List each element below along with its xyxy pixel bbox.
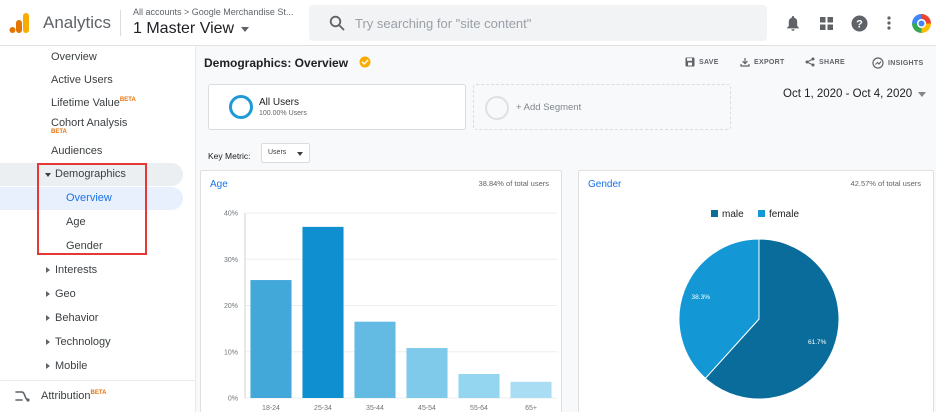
account-breadcrumb[interactable]: All accounts > Google Merchandise St... bbox=[133, 7, 293, 17]
more-vert-icon[interactable] bbox=[879, 13, 899, 33]
sidebar-item-mobile[interactable]: Mobile bbox=[55, 360, 87, 372]
legend-swatch bbox=[758, 210, 765, 217]
share-icon bbox=[805, 57, 815, 67]
segment-percentage: 100.00% Users bbox=[259, 110, 307, 117]
add-segment-ring-icon bbox=[485, 96, 509, 120]
add-segment-label: + Add Segment bbox=[516, 102, 582, 113]
age-bar[interactable] bbox=[406, 348, 448, 398]
header-divider bbox=[120, 10, 121, 36]
expand-right-icon[interactable] bbox=[46, 363, 50, 369]
save-button[interactable]: SAVE bbox=[685, 57, 719, 67]
sidebar-divider bbox=[0, 380, 196, 381]
page-title: Demographics: Overview bbox=[204, 56, 349, 70]
legend-swatch bbox=[711, 210, 718, 217]
key-metric-label: Key Metric: bbox=[208, 151, 251, 161]
analytics-logo-icon[interactable] bbox=[9, 12, 31, 34]
legend-label[interactable]: female bbox=[769, 209, 799, 220]
age-bar[interactable] bbox=[510, 381, 552, 398]
sidebar-item-geo[interactable]: Geo bbox=[55, 288, 76, 300]
y-tick-label: 10% bbox=[224, 349, 238, 356]
apps-grid-icon[interactable] bbox=[816, 13, 836, 33]
sidebar-item-label: Attribution bbox=[41, 390, 91, 402]
beta-badge: BETA bbox=[90, 390, 107, 396]
gender-card: Gender 42.57% of total users male female 6… bbox=[578, 170, 934, 412]
share-button[interactable]: SHARE bbox=[805, 57, 845, 67]
date-range-dropdown-icon bbox=[918, 91, 927, 97]
add-segment-button[interactable]: + Add Segment bbox=[473, 84, 731, 130]
sidebar-item-behavior[interactable]: Behavior bbox=[55, 312, 98, 324]
segment-name: All Users bbox=[259, 97, 300, 108]
beta-badge: BETA bbox=[119, 97, 136, 103]
sidebar-item-cohort-analysis[interactable]: Cohort Analysis bbox=[51, 117, 127, 129]
sidebar-item-lifetime-value[interactable]: Lifetime ValueBETA bbox=[51, 97, 136, 109]
main-content: Demographics: Overview SAVE EXPORT SHARE… bbox=[196, 46, 936, 412]
export-icon bbox=[740, 58, 750, 67]
key-metric-dropdown-icon bbox=[297, 152, 303, 156]
view-selector[interactable]: 1 Master View bbox=[133, 20, 234, 38]
key-metric-select[interactable]: Users bbox=[261, 143, 310, 163]
sidebar-item-audiences[interactable]: Audiences bbox=[51, 145, 102, 157]
age-bar[interactable] bbox=[302, 226, 344, 398]
notifications-icon[interactable] bbox=[783, 13, 803, 33]
account-avatar-icon[interactable] bbox=[910, 12, 932, 34]
x-tick-label: 35-44 bbox=[366, 405, 384, 412]
y-tick-label: 20% bbox=[224, 303, 238, 310]
svg-text:?: ? bbox=[856, 18, 863, 30]
export-label: EXPORT bbox=[754, 58, 785, 66]
gender-pie-chart: male female 61.7% 38.3% bbox=[678, 209, 840, 400]
x-tick-label: 65+ bbox=[525, 405, 537, 412]
sidebar-item-active-users[interactable]: Active Users bbox=[51, 74, 113, 86]
sidebar-item-interests[interactable]: Interests bbox=[55, 264, 97, 276]
x-tick-label: 25-34 bbox=[314, 405, 332, 412]
view-dropdown-icon[interactable] bbox=[241, 27, 249, 32]
export-button[interactable]: EXPORT bbox=[740, 57, 785, 67]
search-input[interactable] bbox=[355, 5, 755, 41]
x-tick-label: 55-64 bbox=[470, 405, 488, 412]
y-tick-label: 30% bbox=[224, 257, 238, 264]
sidebar-item-label: Lifetime Value bbox=[51, 97, 120, 109]
sidebar-item-attribution[interactable]: AttributionBETA bbox=[41, 390, 106, 402]
attribution-icon bbox=[15, 391, 30, 402]
pie-value-label: 38.3% bbox=[692, 294, 711, 301]
x-tick-label: 18-24 bbox=[262, 405, 280, 412]
y-tick-label: 40% bbox=[224, 211, 238, 218]
age-bar-chart: 0% 10% 20% 30% 40% 18-24 25-34 35-44 45-54 55-64 6… bbox=[224, 211, 557, 412]
sidebar-item-overview[interactable]: Overview bbox=[51, 51, 97, 63]
y-tick-label: 0% bbox=[228, 396, 238, 403]
insights-label: INSIGHTS bbox=[888, 59, 924, 67]
segment-ring-icon bbox=[229, 95, 253, 119]
expand-right-icon[interactable] bbox=[46, 339, 50, 345]
x-tick-label: 45-54 bbox=[418, 405, 436, 412]
search-icon bbox=[329, 15, 345, 31]
beta-badge: BETA bbox=[51, 129, 67, 135]
search-bar[interactable] bbox=[309, 5, 767, 41]
age-card: Age 38.84% of total users 0% 10% 20% 30% 40%… bbox=[200, 170, 562, 412]
verified-badge-icon bbox=[359, 56, 371, 68]
age-bar[interactable] bbox=[458, 373, 500, 398]
insights-icon bbox=[872, 57, 884, 69]
segment-card-all-users[interactable]: All Users 100.00% Users bbox=[208, 84, 466, 130]
age-bar[interactable] bbox=[354, 321, 396, 398]
expand-right-icon[interactable] bbox=[46, 315, 50, 321]
age-bar[interactable] bbox=[250, 280, 292, 398]
sidebar-item-technology[interactable]: Technology bbox=[55, 336, 111, 348]
legend-label[interactable]: male bbox=[722, 209, 744, 220]
pie-value-label: 61.7% bbox=[808, 339, 827, 346]
insights-button[interactable]: INSIGHTS bbox=[872, 57, 923, 69]
share-label: SHARE bbox=[819, 58, 846, 66]
date-range-label: Oct 1, 2020 - Oct 4, 2020 bbox=[783, 88, 913, 100]
top-bar: Analytics All accounts > Google Merchand… bbox=[0, 0, 936, 46]
expand-right-icon[interactable] bbox=[46, 291, 50, 297]
save-label: SAVE bbox=[699, 58, 719, 66]
annotation-highlight-box bbox=[37, 163, 147, 255]
help-icon[interactable]: ? bbox=[849, 13, 869, 33]
expand-right-icon[interactable] bbox=[46, 267, 50, 273]
app-name: Analytics bbox=[43, 13, 112, 32]
date-range-picker[interactable]: Oct 1, 2020 - Oct 4, 2020 bbox=[783, 88, 927, 100]
save-icon bbox=[685, 57, 695, 67]
key-metric-value: Users bbox=[268, 149, 287, 156]
